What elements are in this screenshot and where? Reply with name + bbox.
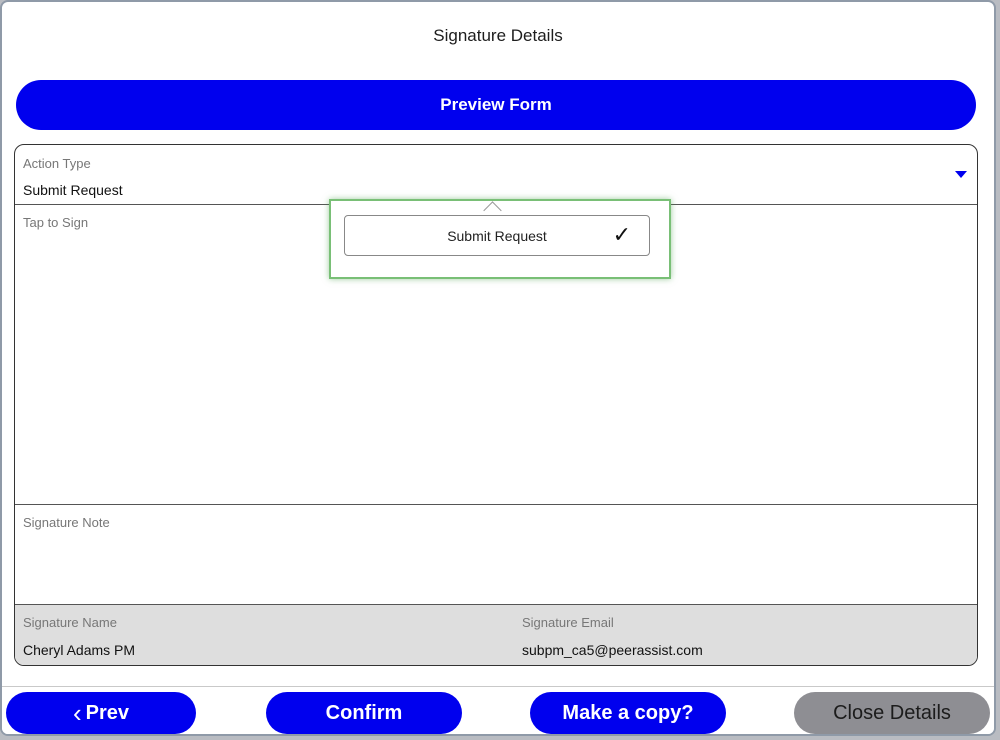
action-type-value: Submit Request xyxy=(23,182,123,198)
signature-name-value: Cheryl Adams PM xyxy=(23,642,136,658)
page-title: Signature Details xyxy=(433,26,563,45)
signature-note-field[interactable]: Signature Note xyxy=(15,505,977,605)
action-type-label: Action Type xyxy=(23,156,91,171)
signature-email-value: subpm_ca5@peerassist.com xyxy=(522,642,703,658)
signature-note-label: Signature Note xyxy=(23,515,110,530)
check-icon: ✓ xyxy=(612,222,631,247)
close-details-button[interactable]: Close Details xyxy=(794,692,990,734)
action-type-field[interactable]: Action Type Submit Request xyxy=(15,145,977,205)
dropdown-option-label: Submit Request xyxy=(447,227,547,244)
make-copy-button[interactable]: Make a copy? xyxy=(530,692,726,734)
signature-info-row: Signature Name Cheryl Adams PM Signature… xyxy=(15,605,977,665)
confirm-button[interactable]: Confirm xyxy=(266,692,462,734)
prev-label: Prev xyxy=(85,701,130,724)
footer-bar: ‹ Prev Confirm Make a copy? Close Detail… xyxy=(2,686,994,734)
chevron-down-icon[interactable] xyxy=(955,171,967,178)
tap-to-sign-label: Tap to Sign xyxy=(23,215,89,230)
preview-form-button[interactable]: Preview Form xyxy=(16,80,976,130)
signature-details-window: Signature Details Preview Form Action Ty… xyxy=(0,0,996,736)
dropdown-option-submit-request[interactable]: Submit Request ✓ xyxy=(344,215,650,256)
signature-name-label: Signature Name xyxy=(23,615,117,630)
signature-email-label: Signature Email xyxy=(522,615,614,630)
prev-button[interactable]: ‹ Prev xyxy=(6,692,196,734)
chevron-left-icon: ‹ xyxy=(72,698,82,728)
